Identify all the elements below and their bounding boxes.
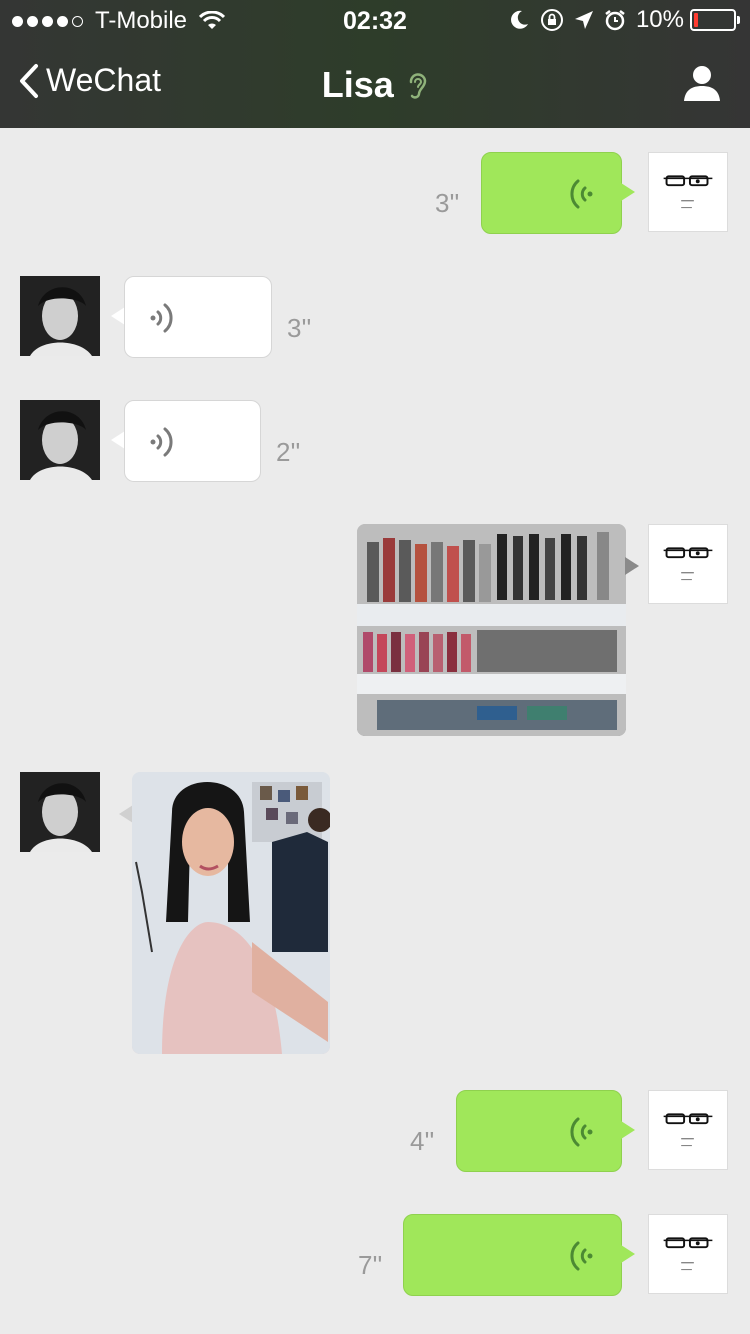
title-wrap: Lisa bbox=[0, 64, 750, 106]
voice-wave-icon bbox=[150, 427, 173, 457]
glasses-face-icon bbox=[663, 547, 713, 581]
glasses-face-icon bbox=[663, 1113, 713, 1147]
glasses-face-icon bbox=[663, 175, 713, 209]
portrait-avatar-icon bbox=[20, 276, 100, 356]
my-avatar[interactable] bbox=[648, 1090, 728, 1170]
chat-title: Lisa bbox=[321, 64, 394, 105]
portrait-avatar-icon bbox=[20, 400, 100, 480]
moon-icon bbox=[511, 10, 528, 29]
rotation-lock-icon bbox=[540, 9, 563, 31]
battery-percentage: 10% bbox=[635, 6, 684, 33]
voice-wave-icon bbox=[150, 303, 173, 333]
voice-duration: 3'' bbox=[435, 188, 460, 218]
voice-message-bubble[interactable] bbox=[124, 276, 272, 358]
voice-message-bubble[interactable] bbox=[481, 152, 622, 234]
glasses-face-icon bbox=[663, 1237, 713, 1271]
my-avatar[interactable] bbox=[648, 152, 728, 232]
selfie-photo bbox=[132, 772, 330, 1054]
image-message-selfie[interactable] bbox=[132, 772, 330, 1054]
voice-message-bubble[interactable] bbox=[403, 1214, 622, 1296]
voice-message-bubble[interactable] bbox=[124, 400, 261, 482]
alarm-icon bbox=[605, 10, 625, 31]
lisa-avatar[interactable] bbox=[20, 400, 100, 480]
header: T-Mobile 02:32 10% WeChat Lisa bbox=[0, 0, 750, 128]
voice-duration: 4'' bbox=[410, 1126, 435, 1156]
lisa-avatar[interactable] bbox=[20, 276, 100, 356]
nav-bar: WeChat Lisa bbox=[0, 40, 750, 128]
voice-wave-icon bbox=[570, 1117, 593, 1147]
voice-wave-icon bbox=[570, 179, 593, 209]
my-avatar[interactable] bbox=[648, 524, 728, 604]
status-bar: T-Mobile 02:32 10% bbox=[0, 0, 750, 40]
makeup-shelf-photo bbox=[357, 524, 626, 736]
image-message-makeup-shelf[interactable] bbox=[357, 524, 626, 736]
location-icon bbox=[574, 11, 593, 29]
portrait-avatar-icon bbox=[20, 772, 100, 852]
voice-wave-icon bbox=[570, 1241, 593, 1271]
voice-duration: 3'' bbox=[287, 313, 312, 343]
voice-duration: 7'' bbox=[358, 1250, 383, 1280]
status-right: 10% bbox=[498, 6, 740, 34]
voice-message-bubble[interactable] bbox=[456, 1090, 622, 1172]
lisa-avatar[interactable] bbox=[20, 772, 100, 852]
person-icon bbox=[684, 66, 720, 101]
my-avatar[interactable] bbox=[648, 1214, 728, 1294]
earpiece-mode-icon bbox=[410, 73, 427, 99]
battery-icon bbox=[690, 9, 740, 31]
chat-info-button[interactable] bbox=[682, 64, 722, 107]
voice-duration: 2'' bbox=[276, 437, 301, 467]
